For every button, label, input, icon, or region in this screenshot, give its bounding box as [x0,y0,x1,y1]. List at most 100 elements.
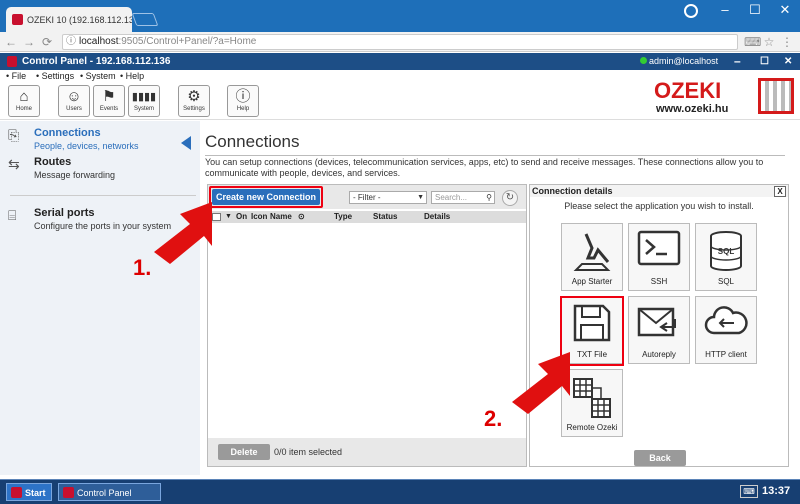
control-panel-icon [63,487,74,498]
sidebar: ⎘ Connections People, devices, networks … [0,121,200,475]
sidebar-item-label: Connections [34,127,101,139]
highlight-box [209,186,323,208]
page-info-icon: ⓘ [66,36,76,47]
search-input[interactable]: Search... ⚲ [431,191,495,204]
menu-file[interactable]: • File [6,70,26,82]
app-tile-sql[interactable]: SQL SQL [695,223,757,291]
address-bar: ← → ⟳ ⓘ localhost:9505/Control+Panel/?a=… [0,32,800,52]
connections-icon: ⎘ [8,127,20,143]
user-name: admin@localhost [649,56,719,66]
minimize-button[interactable]: – [710,0,740,22]
details-title: Connection details [532,186,613,196]
sidebar-item-subtitle: People, devices, networks [34,141,139,151]
flag-icon: ⚑ [102,88,116,105]
browser-tab[interactable]: OZEKI 10 (192.168.112.136 × [6,7,132,32]
ozeki-logo-icon [758,78,794,114]
bookmark-star-icon[interactable]: ☆ [762,34,776,50]
app-tile-label: SSH [650,277,668,286]
step1-arrow-icon [154,202,212,264]
keyboard-icon[interactable]: ⌨ [740,485,758,498]
app-close-icon[interactable]: ✕ [784,53,792,70]
page-description: You can setup connections (devices, tele… [205,155,785,179]
app-tile-app-starter[interactable]: App Starter [561,223,623,291]
bars-icon: ▮▮▮▮ [131,91,157,103]
sidebar-item-routes[interactable]: ⇆ Routes Message forwarding [8,156,198,180]
profile-icon[interactable] [684,4,698,18]
help-button[interactable]: ⓘ Help [227,85,259,117]
app-tile-ssh[interactable]: SSH [628,223,690,291]
home-icon: ⌂ [19,88,29,105]
list-toolbar: Create new Connection - Filter - ▼ Search… [208,185,526,209]
sidebar-item-subtitle: Message forwarding [34,170,116,180]
forward-arrow-icon[interactable]: → [22,34,36,50]
sql-icon-text: SQL [718,247,735,256]
users-button[interactable]: ☺ Users [58,85,90,117]
step2-arrow-icon [512,352,570,414]
reload-icon[interactable]: ⟳ [40,34,54,50]
step2-label: 2. [484,406,503,431]
menu-settings[interactable]: • Settings [36,70,74,82]
app-tile-label: SQL [717,277,734,286]
sort-icon[interactable]: ▼ [225,211,232,223]
window-close-button[interactable]: ✕ [770,0,800,22]
start-button[interactable]: Start [6,483,52,501]
browser-menu-icon[interactable]: ⋮ [780,34,794,50]
delete-button[interactable]: Delete [218,444,270,460]
refresh-button[interactable]: ↻ [502,190,518,206]
app-maximize-icon[interactable]: ☐ [760,53,769,70]
start-icon [11,487,22,498]
details-header: Connection details X [530,185,788,197]
header-title: Control Panel - 192.168.112.136 [22,56,171,67]
app-tile-label: App Starter [571,277,613,286]
url-host: localhost [79,36,119,47]
ozeki-url: www.ozeki.hu [656,103,729,115]
events-button[interactable]: ⚑ Events [93,85,125,117]
tab-title: OZEKI 10 (192.168.112.136 [27,14,132,25]
app-starter-icon [573,233,611,271]
menu-help[interactable]: • Help [120,70,144,82]
search-icon: ⚲ [486,193,492,202]
ozeki-brand: OZEKI [654,78,722,103]
info-icon: ⓘ [235,88,251,105]
app-minimize-icon[interactable]: – [734,53,741,70]
system-button[interactable]: ▮▮▮▮ System [128,85,160,117]
connection-list-panel: Create new Connection - Filter - ▼ Search… [207,184,527,467]
cloud-icon [704,306,748,335]
clock: 13:37 [762,485,791,497]
database-icon: SQL [710,231,742,271]
details-close-button[interactable]: X [774,186,786,197]
serial-port-icon: ⌸ [8,207,17,223]
back-arrow-icon[interactable]: ← [4,34,18,50]
routes-icon: ⇆ [8,156,20,172]
sidebar-item-connections[interactable]: ⎘ Connections People, devices, networks [8,127,198,151]
active-indicator-icon [181,136,191,150]
user-icon: ☺ [66,88,82,105]
column-type[interactable]: Type [334,211,352,223]
menu-system[interactable]: • System [80,70,116,82]
user-status[interactable]: admin@localhost [640,53,718,70]
home-button[interactable]: ⌂ Home [8,85,40,117]
selection-count: 0/0 item selected [274,447,343,457]
app-tile-autoreply[interactable]: Autoreply [628,296,690,364]
column-status[interactable]: Status [373,211,397,223]
app-header: Control Panel - 192.168.112.136 admin@lo… [0,53,800,70]
new-tab-button[interactable] [131,13,159,26]
column-on[interactable]: On [236,211,247,223]
sort-circle-icon[interactable]: ⊙ [298,211,305,223]
taskbar: Start Control Panel ⌨ 13:37 [0,479,800,504]
table-header: ▼ On Icon Name ⊙ Type Status Details [208,211,526,223]
restore-button[interactable]: ☐ [740,0,770,22]
column-details[interactable]: Details [424,211,450,223]
translate-icon[interactable]: ⌨ [744,34,761,50]
taskbar-control-panel[interactable]: Control Panel [58,483,161,501]
step1-label: 1. [133,255,152,280]
sidebar-item-label: Routes [34,156,72,168]
back-button[interactable]: Back [634,450,686,466]
page-title: Connections [205,132,300,151]
column-icon[interactable]: Icon [251,211,267,223]
filter-select[interactable]: - Filter - ▼ [349,191,427,204]
settings-button[interactable]: ⚙ Settings [178,85,210,117]
column-name[interactable]: Name [270,211,292,223]
url-input[interactable]: ⓘ localhost:9505/Control+Panel/?a=Home [62,34,738,50]
app-tile-http-client[interactable]: HTTP client [695,296,757,364]
